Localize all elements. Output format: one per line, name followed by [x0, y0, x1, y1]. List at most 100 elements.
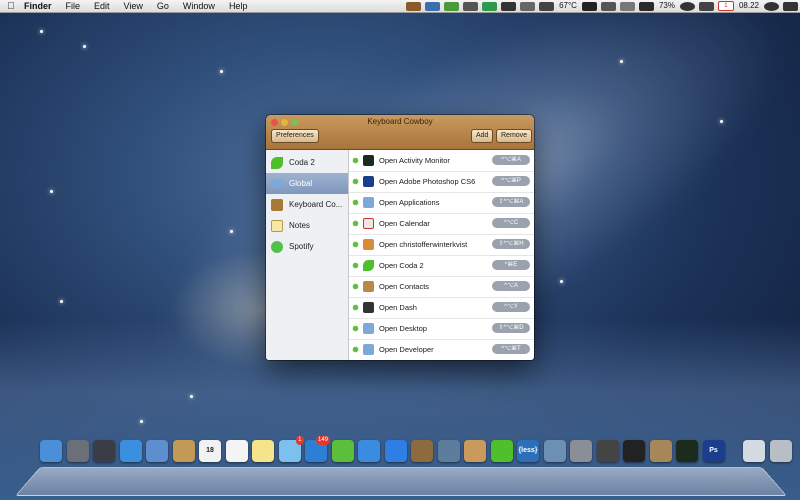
- contacts-icon: [363, 281, 374, 292]
- list-item[interactable]: Open Adobe Photoshop CS6 ^⌥⌘P: [349, 171, 534, 193]
- enabled-indicator-icon[interactable]: [353, 326, 358, 331]
- menu-go[interactable]: Go: [150, 0, 176, 12]
- sidebar-item-global[interactable]: Global: [266, 173, 348, 194]
- screen-status-icon[interactable]: [601, 2, 616, 11]
- enabled-indicator-icon[interactable]: [353, 179, 358, 184]
- menu-window[interactable]: Window: [176, 0, 222, 12]
- list-item[interactable]: Open Developer ^⌥⌘T: [349, 339, 534, 360]
- text-status-icon[interactable]: [539, 2, 554, 11]
- dock-terminal-icon[interactable]: [623, 440, 645, 462]
- infinity-status-icon[interactable]: [501, 2, 516, 11]
- dock-keyboard-cowboy-icon[interactable]: [464, 440, 486, 462]
- dock-finder-icon[interactable]: [40, 440, 62, 462]
- dock-icon-label: {less}: [517, 440, 539, 462]
- sidebar-item-label: Keyboard Co...: [289, 200, 342, 209]
- menu-app-name[interactable]: Finder: [22, 0, 59, 12]
- dock-mail-stamp-icon[interactable]: [146, 440, 168, 462]
- wifi-icon[interactable]: [680, 2, 695, 11]
- sidebar-item-spotify[interactable]: Spotify: [266, 236, 348, 257]
- notification-badge: 149: [316, 436, 330, 445]
- list-item[interactable]: Open Calendar ^⌥C: [349, 213, 534, 235]
- sync-status-icon[interactable]: [444, 2, 459, 11]
- dock-documents-icon[interactable]: [743, 440, 765, 462]
- dock-reminders-icon[interactable]: [226, 440, 248, 462]
- list-item[interactable]: Open Contacts ^⌥A: [349, 276, 534, 298]
- dock-iphoto-icon[interactable]: [411, 440, 433, 462]
- enabled-indicator-icon[interactable]: [353, 263, 358, 268]
- dock-trash-icon[interactable]: [770, 440, 792, 462]
- shortcut-list: Open Activity Monitor ^⌥⌘A Open Adobe Ph…: [349, 150, 534, 360]
- menu-help[interactable]: Help: [222, 0, 255, 12]
- notification-center-icon[interactable]: [783, 2, 798, 11]
- dock-notes-icon[interactable]: [252, 440, 274, 462]
- calendar-status-icon[interactable]: 1: [718, 1, 734, 11]
- dock-utilities-icon[interactable]: [597, 440, 619, 462]
- menu-view[interactable]: View: [117, 0, 150, 12]
- list-item[interactable]: Open Desktop ⇧^⌥⌘D: [349, 318, 534, 340]
- sidebar-item-keyboard-cowboy[interactable]: Keyboard Co...: [266, 194, 348, 215]
- dock-archive-icon[interactable]: [650, 440, 672, 462]
- tools-status-icon[interactable]: [582, 2, 597, 11]
- list-item[interactable]: Open christofferwinterkvist ⇧^⌥⌘H: [349, 234, 534, 256]
- sidebar-item-coda[interactable]: Coda 2: [266, 152, 348, 173]
- dock-xcode-icon[interactable]: [544, 440, 566, 462]
- add-button[interactable]: Add: [471, 129, 493, 143]
- list-item[interactable]: Open Dash ^⌥Y: [349, 297, 534, 319]
- dock-activity-monitor-icon[interactable]: [676, 440, 698, 462]
- enabled-indicator-icon[interactable]: [353, 347, 358, 352]
- star: [560, 280, 563, 283]
- preferences-button[interactable]: Preferences: [271, 129, 319, 143]
- dock-safari-icon[interactable]: [120, 440, 142, 462]
- window-titlebar[interactable]: Keyboard Cowboy Preferences Add Remove: [266, 115, 534, 150]
- menu-edit[interactable]: Edit: [87, 0, 117, 12]
- coda-icon: [271, 157, 283, 169]
- gear-status-icon[interactable]: [463, 2, 478, 11]
- menu-file[interactable]: File: [59, 0, 88, 12]
- enabled-indicator-icon[interactable]: [353, 284, 358, 289]
- dock-coda-icon[interactable]: [491, 440, 513, 462]
- dock-less-icon[interactable]: {less}: [517, 440, 539, 462]
- remove-button[interactable]: Remove: [496, 129, 532, 143]
- temperature-readout[interactable]: 67°C: [556, 0, 580, 12]
- dock-mission-control-icon[interactable]: [93, 440, 115, 462]
- dock-itunes-icon[interactable]: [358, 440, 380, 462]
- volume-icon[interactable]: [699, 2, 714, 11]
- battery-percentage[interactable]: 73%: [656, 0, 678, 12]
- clock[interactable]: 08.22: [736, 0, 762, 12]
- evernote-status-icon[interactable]: [482, 2, 497, 11]
- dock-preview-icon[interactable]: [438, 440, 460, 462]
- sidebar-item-label: Coda 2: [289, 158, 315, 167]
- shortcut-keys-badge: ^⌥⌘A: [492, 155, 530, 165]
- cowboy-status-icon[interactable]: [406, 2, 421, 11]
- enabled-indicator-icon[interactable]: [353, 242, 358, 247]
- dock-photoshop-icon[interactable]: Ps: [703, 440, 725, 462]
- dock-messages-icon[interactable]: 1: [279, 440, 301, 462]
- cloud-status-icon[interactable]: [520, 2, 535, 11]
- airplay-status-icon[interactable]: [620, 2, 635, 11]
- dock-system-preferences-icon[interactable]: [570, 440, 592, 462]
- list-item[interactable]: Open Activity Monitor ^⌥⌘A: [349, 150, 534, 172]
- dock-contacts-icon[interactable]: [173, 440, 195, 462]
- dock-spotify-icon[interactable]: [332, 440, 354, 462]
- star: [60, 300, 63, 303]
- dropbox-status-icon[interactable]: [425, 2, 440, 11]
- enabled-indicator-icon[interactable]: [353, 305, 358, 310]
- spotlight-search-icon[interactable]: [764, 2, 779, 11]
- dock-app-store-icon[interactable]: [385, 440, 407, 462]
- apple-menu-icon[interactable]: : [0, 1, 22, 12]
- window-title: Keyboard Cowboy: [266, 117, 534, 126]
- sidebar-item-notes[interactable]: Notes: [266, 215, 348, 236]
- list-item[interactable]: Open Coda 2 ^⌘E: [349, 255, 534, 277]
- enabled-indicator-icon[interactable]: [353, 200, 358, 205]
- shortcut-label: Open Dash: [379, 303, 491, 312]
- sidebar-item-label: Notes: [289, 221, 310, 230]
- enabled-indicator-icon[interactable]: [353, 221, 358, 226]
- enabled-indicator-icon[interactable]: [353, 158, 358, 163]
- dock-launchpad-icon[interactable]: [67, 440, 89, 462]
- dock-calendar-icon[interactable]: 18: [199, 440, 221, 462]
- shortcut-keys-badge: ^⌥C: [492, 218, 530, 228]
- star: [620, 60, 623, 63]
- list-item[interactable]: Open Applications ⇧^⌥⌘A: [349, 192, 534, 214]
- dock-tweetbot-icon[interactable]: 149: [305, 440, 327, 462]
- battery-icon[interactable]: [639, 2, 654, 11]
